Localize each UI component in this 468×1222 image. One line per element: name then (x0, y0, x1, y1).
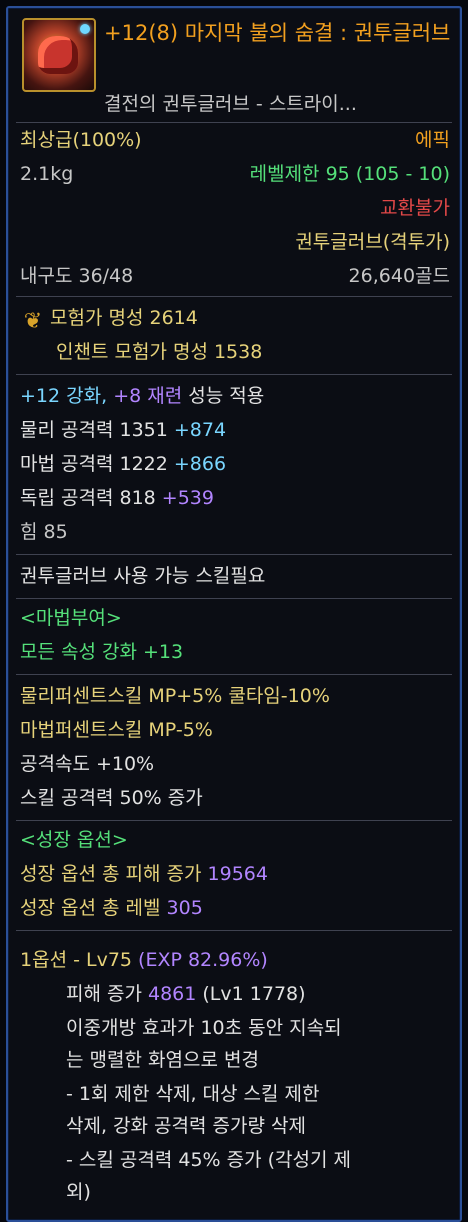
desc-row-4: 삭제, 강화 공격력 증가량 삭제 (66, 1114, 450, 1138)
skill-req-row: 권투글러브 사용 가능 스킬필요 (20, 564, 450, 588)
item-weight: 2.1kg (20, 163, 74, 185)
weight-row: 2.1kg 레벨제한 95 (105 - 10) (20, 162, 450, 186)
growth-header: <성장 옵션> (20, 829, 128, 851)
divider (16, 122, 452, 123)
growth-damage-label: 성장 옵션 총 피해 증가 (20, 863, 208, 885)
desc-row-2: 는 맹렬한 화염으로 변경 (66, 1048, 450, 1072)
option-row-1: 물리퍼센트스킬 MP+5% 쿨타임-10% (20, 684, 450, 708)
desc-row-5: - 스킬 공격력 45% 증가 (각성기 제 (66, 1148, 450, 1172)
option-line-3: 공격속도 +10% (20, 753, 155, 775)
divider (16, 674, 452, 675)
durability-row: 내구도 36/48 26,640골드 (20, 264, 450, 288)
damage-increase-lv: (Lv1 1778) (196, 983, 306, 1005)
damage-increase-value: 4861 (148, 983, 197, 1005)
divider (16, 598, 452, 599)
laurel-icon: ❦ (23, 309, 43, 334)
option-row-2: 마법퍼센트스킬 MP-5% (20, 718, 450, 742)
desc-line-2: 는 맹렬한 화염으로 변경 (66, 1049, 259, 1071)
divider (16, 374, 452, 375)
damage-increase-row: 피해 증가 4861 (Lv1 1778) (66, 982, 450, 1006)
magic-attack-row: 마법 공격력 1222 +866 (20, 452, 450, 476)
item-price: 26,640골드 (348, 265, 450, 287)
option-row-3: 공격속도 +10% (20, 752, 450, 776)
desc-row-1: 이중개방 효과가 10초 동안 지속되 (66, 1016, 450, 1040)
durability: 내구도 36/48 (20, 265, 134, 287)
divider (16, 820, 452, 821)
divider (16, 930, 452, 931)
grade-row: 최상급(100%) 에픽 (20, 128, 450, 152)
divider (16, 554, 452, 555)
item-type: 권투글러브(격투가) (295, 231, 450, 253)
indep-attack-row: 독립 공격력 818 +539 (20, 486, 450, 510)
glove-icon (38, 36, 78, 74)
growth-header-row: <성장 옵션> (20, 828, 450, 852)
desc-line-6: 외) (66, 1181, 91, 1203)
desc-line-3: - 1회 제한 삭제, 대상 스킬 제한 (66, 1083, 320, 1105)
skill-requirement: 권투글러브 사용 가능 스킬필요 (20, 565, 266, 587)
independent-attack: 독립 공격력 818 (20, 487, 162, 509)
item-tooltip: +12(8) 마지막 불의 숨결 : 권투글러브 결전의 권투글러브 - 스트라… (6, 6, 462, 1222)
adventurer-fame: 모험가 명성 2614 (50, 307, 198, 329)
strength-row: 힘 85 (20, 520, 450, 544)
item-title: +12(8) 마지막 불의 숨결 : 권투글러브 (104, 21, 451, 45)
desc-line-5: - 스킬 공격력 45% 증가 (각성기 제 (66, 1149, 352, 1171)
option1-row: 1옵션 - Lv75 (EXP 82.96%) (20, 948, 450, 972)
item-subtitle: 결전의 권투글러브 - 스트라이... (104, 93, 357, 115)
trade-status: 교환불가 (380, 197, 450, 219)
enhance-text: +12 강화, (20, 385, 114, 407)
magic-bonus: +866 (173, 453, 227, 475)
physical-attack-row: 물리 공격력 1351 +874 (20, 418, 450, 442)
physical-bonus: +874 (173, 419, 227, 441)
option1-exp: (EXP 82.96%) (138, 949, 268, 971)
option-line-1: 물리퍼센트스킬 MP+5% 쿨타임-10% (20, 685, 330, 707)
physical-attack: 물리 공격력 1351 (20, 419, 174, 441)
gem-icon (80, 24, 90, 34)
enhance-row: +12 강화, +8 재련 성능 적용 (20, 384, 450, 408)
item-grade: 최상급(100%) (20, 129, 142, 151)
enhance-suffix: 성능 적용 (182, 385, 265, 407)
desc-line-1: 이중개방 효과가 10초 동안 지속되 (66, 1017, 342, 1039)
growth-damage-value: 19564 (207, 863, 268, 885)
enchant-header-row: <마법부여> (20, 606, 450, 630)
option1-label: 1옵션 - Lv75 (20, 949, 139, 971)
growth-level-value: 305 (166, 897, 203, 919)
fame-row: ❦ 모험가 명성 2614 (20, 306, 450, 333)
option-row-4: 스킬 공격력 50% 증가 (20, 786, 450, 810)
desc-row-6: 외) (66, 1180, 450, 1204)
option-line-2: 마법퍼센트스킬 MP-5% (20, 719, 213, 741)
damage-increase-label: 피해 증가 (66, 983, 148, 1005)
growth-damage-row: 성장 옵션 총 피해 증가 19564 (20, 862, 450, 886)
enchant-header: <마법부여> (20, 607, 122, 629)
independent-bonus: +539 (161, 487, 214, 509)
magic-attack: 마법 공격력 1222 (20, 453, 174, 475)
desc-row-3: - 1회 제한 삭제, 대상 스킬 제한 (66, 1082, 450, 1106)
enchant-line: 모든 속성 강화 +13 (20, 641, 184, 663)
item-icon (22, 18, 96, 92)
growth-level-row: 성장 옵션 총 레벨 305 (20, 896, 450, 920)
strength: 힘 85 (20, 521, 68, 543)
option-line-4: 스킬 공격력 50% 증가 (20, 787, 203, 809)
enchant-line-row: 모든 속성 강화 +13 (20, 640, 450, 664)
enchant-fame: 인챈트 모험가 명성 1538 (56, 341, 263, 363)
desc-line-4: 삭제, 강화 공격력 증가량 삭제 (66, 1115, 306, 1137)
enchant-fame-row: 인챈트 모험가 명성 1538 (56, 340, 450, 364)
divider (16, 296, 452, 297)
item-rarity: 에픽 (415, 129, 450, 151)
growth-level-label: 성장 옵션 총 레벨 (20, 897, 167, 919)
level-limit: 레벨제한 95 (105 - 10) (249, 163, 450, 185)
refine-text: +8 재련 (113, 385, 183, 407)
